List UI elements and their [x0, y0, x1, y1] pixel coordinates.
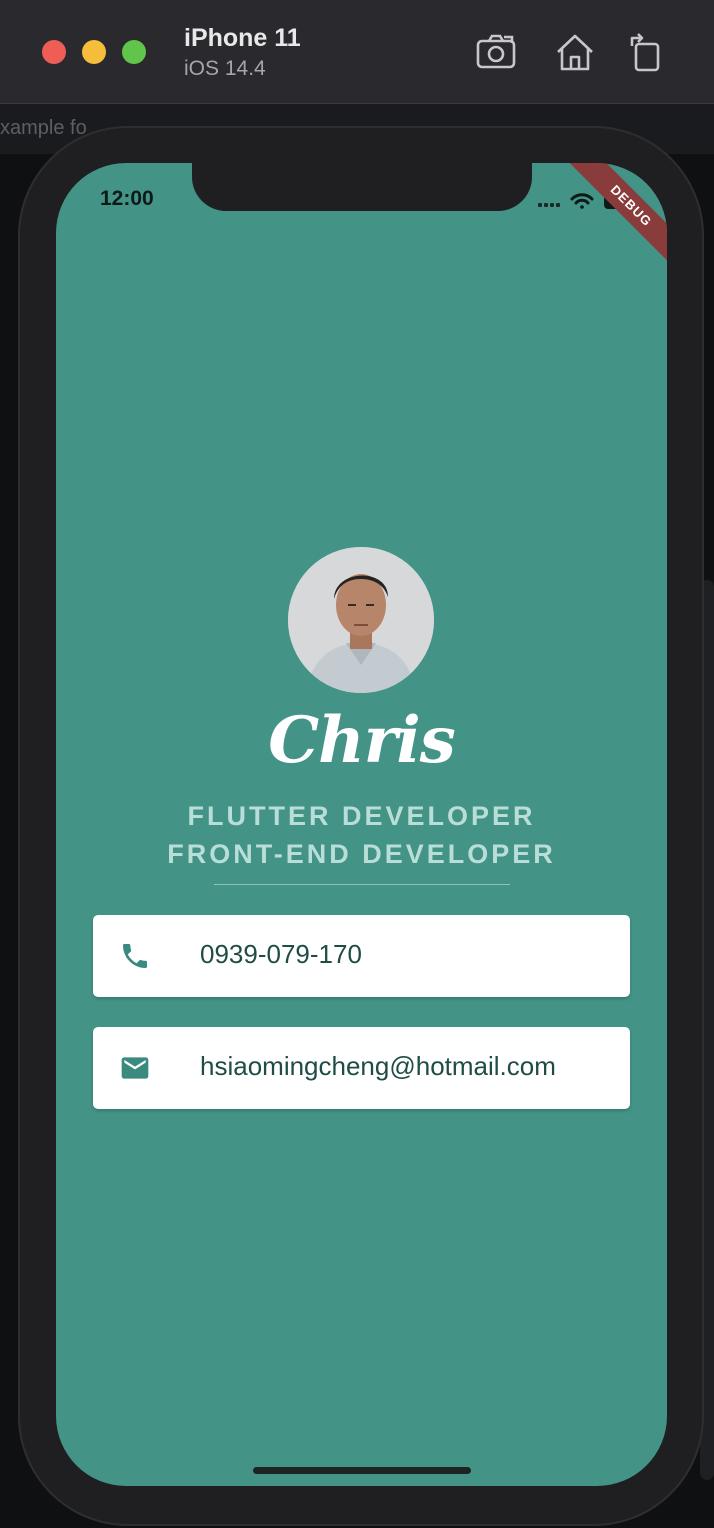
zoom-window-button[interactable]: [122, 40, 146, 64]
email-address: hsiaomingcheng@hotmail.com: [200, 1051, 556, 1081]
screenshot-icon[interactable]: [474, 30, 520, 76]
minimize-window-button[interactable]: [82, 40, 106, 64]
avatar: [288, 547, 434, 693]
close-window-button[interactable]: [42, 40, 66, 64]
app-screen: 12:00 DEBUG Chris FLUTTER DEVELOPER FRON…: [56, 163, 667, 1486]
rotate-icon[interactable]: [624, 30, 670, 76]
email-card[interactable]: hsiaomingcheng@hotmail.com: [93, 1027, 630, 1109]
profile-title-line-1: FLUTTER DEVELOPER: [187, 801, 536, 831]
signal-icon: [538, 203, 560, 207]
simulator-title-bar: iPhone 11 iOS 14.4: [0, 0, 714, 104]
profile-name: Chris: [268, 703, 456, 778]
background-editor-text: xample fo: [0, 117, 87, 139]
mail-icon: [119, 1052, 151, 1084]
home-icon[interactable]: [552, 30, 598, 76]
phone-card[interactable]: 0939-079-170: [93, 915, 630, 997]
status-time: 12:00: [100, 187, 154, 210]
phone-icon: [119, 940, 151, 972]
profile-title-line-2: FRONT-END DEVELOPER: [167, 839, 556, 869]
device-notch: [192, 163, 532, 211]
device-name: iPhone 11: [184, 24, 301, 52]
os-version: iOS 14.4: [184, 57, 266, 80]
wifi-icon: [570, 193, 594, 209]
phone-number: 0939-079-170: [200, 939, 362, 969]
divider: [214, 884, 510, 885]
home-indicator[interactable]: [253, 1467, 471, 1474]
